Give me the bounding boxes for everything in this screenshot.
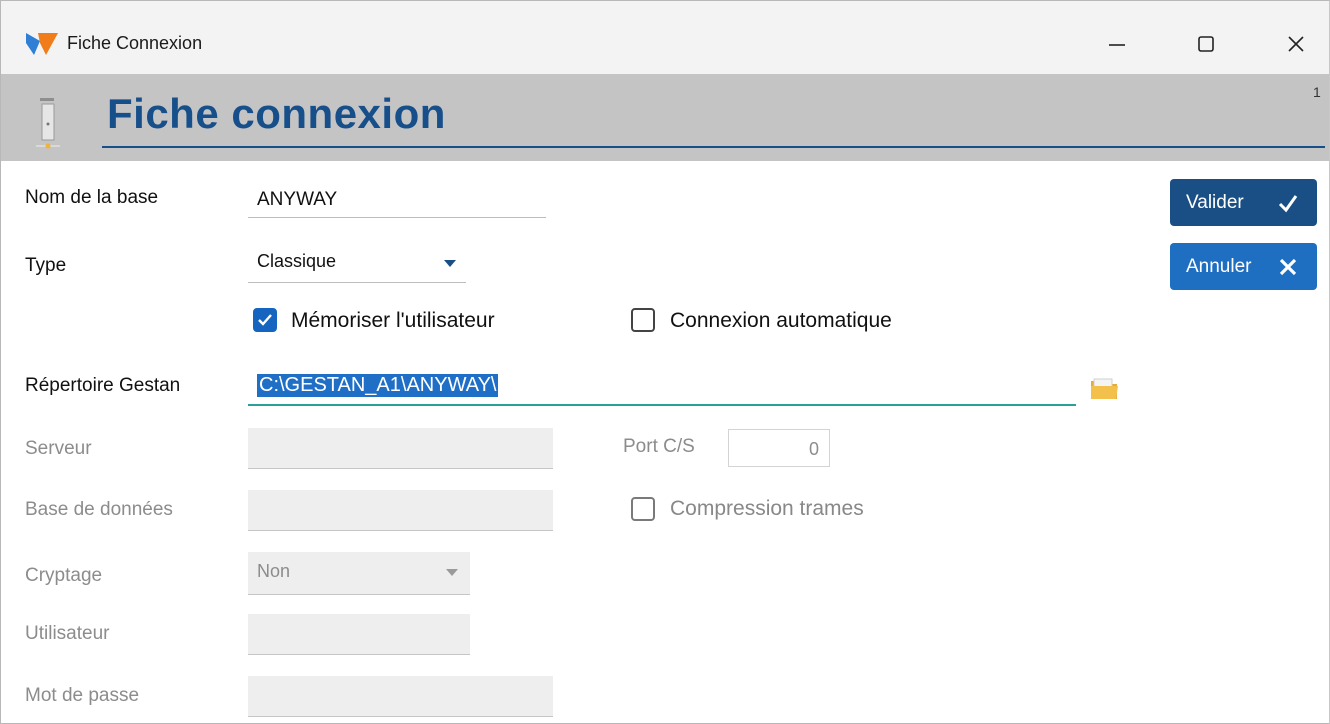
- header-underline: [102, 146, 1325, 148]
- mot-de-passe-label: Mot de passe: [25, 685, 140, 706]
- x-icon: [1279, 258, 1297, 276]
- type-underline: [248, 282, 466, 283]
- connexion-auto-label: Connexion automatique: [670, 309, 892, 332]
- checkmark-icon: [258, 314, 272, 326]
- port-field[interactable]: 0: [728, 429, 830, 467]
- base-donnees-label: Base de données: [25, 499, 173, 520]
- port-label: Port C/S: [623, 436, 695, 457]
- browse-folder-button[interactable]: [1089, 373, 1121, 403]
- minimize-button[interactable]: [1094, 21, 1140, 67]
- chevron-down-icon: [446, 569, 458, 576]
- nom-base-field[interactable]: ANYWAY: [248, 181, 546, 219]
- repertoire-underline: [248, 404, 1076, 406]
- checkmark-icon: [1278, 195, 1298, 213]
- server-icon: [36, 98, 60, 149]
- memoriser-label: Mémoriser l'utilisateur: [291, 309, 495, 332]
- utilisateur-field[interactable]: [248, 614, 470, 655]
- repertoire-label: Répertoire Gestan: [25, 375, 181, 396]
- chevron-down-icon: [444, 260, 456, 267]
- nom-base-label: Nom de la base: [25, 187, 159, 208]
- compression-label: Compression trames: [670, 497, 864, 520]
- annuler-label: Annuler: [1186, 255, 1252, 277]
- title-bar: Fiche Connexion: [1, 1, 1329, 74]
- app-logo-icon: [26, 33, 58, 55]
- type-label: Type: [25, 255, 67, 276]
- maximize-icon: [1198, 36, 1214, 52]
- page-title: Fiche connexion: [107, 90, 446, 137]
- maximize-button[interactable]: [1183, 21, 1229, 67]
- cryptage-dropdown[interactable]: Non: [248, 552, 470, 595]
- folder-icon: [1091, 378, 1118, 399]
- valider-button[interactable]: Valider: [1170, 179, 1317, 226]
- memoriser-checkbox[interactable]: [253, 308, 277, 332]
- nom-base-underline: [248, 217, 546, 218]
- repertoire-value: C:\GESTAN_A1\ANYWAY\: [257, 374, 499, 397]
- close-icon: [1288, 36, 1304, 52]
- page-header: Fiche connexion 1: [1, 74, 1329, 161]
- connexion-auto-checkbox[interactable]: [631, 308, 655, 332]
- close-button[interactable]: [1273, 21, 1319, 67]
- type-value: Classique: [257, 251, 337, 271]
- repertoire-field[interactable]: C:\GESTAN_A1\ANYWAY\: [248, 369, 1076, 407]
- page-number: 1: [1313, 84, 1321, 100]
- nom-base-value: ANYWAY: [257, 189, 338, 210]
- serveur-field[interactable]: [248, 428, 553, 469]
- annuler-button[interactable]: Annuler: [1170, 243, 1317, 290]
- utilisateur-label: Utilisateur: [25, 623, 110, 644]
- valider-label: Valider: [1186, 191, 1244, 213]
- serveur-label: Serveur: [25, 438, 92, 459]
- cryptage-label: Cryptage: [25, 565, 103, 586]
- minimize-icon: [1109, 44, 1125, 46]
- window-title: Fiche Connexion: [67, 33, 203, 53]
- port-value: 0: [808, 439, 819, 459]
- base-donnees-field[interactable]: [248, 490, 553, 531]
- cryptage-value: Non: [257, 561, 291, 581]
- compression-checkbox[interactable]: [631, 497, 655, 521]
- type-dropdown[interactable]: Classique: [248, 245, 466, 283]
- mot-de-passe-field[interactable]: [248, 676, 553, 717]
- connection-window: Fiche Connexion Fiche connexion 1 Nom de…: [0, 0, 1330, 724]
